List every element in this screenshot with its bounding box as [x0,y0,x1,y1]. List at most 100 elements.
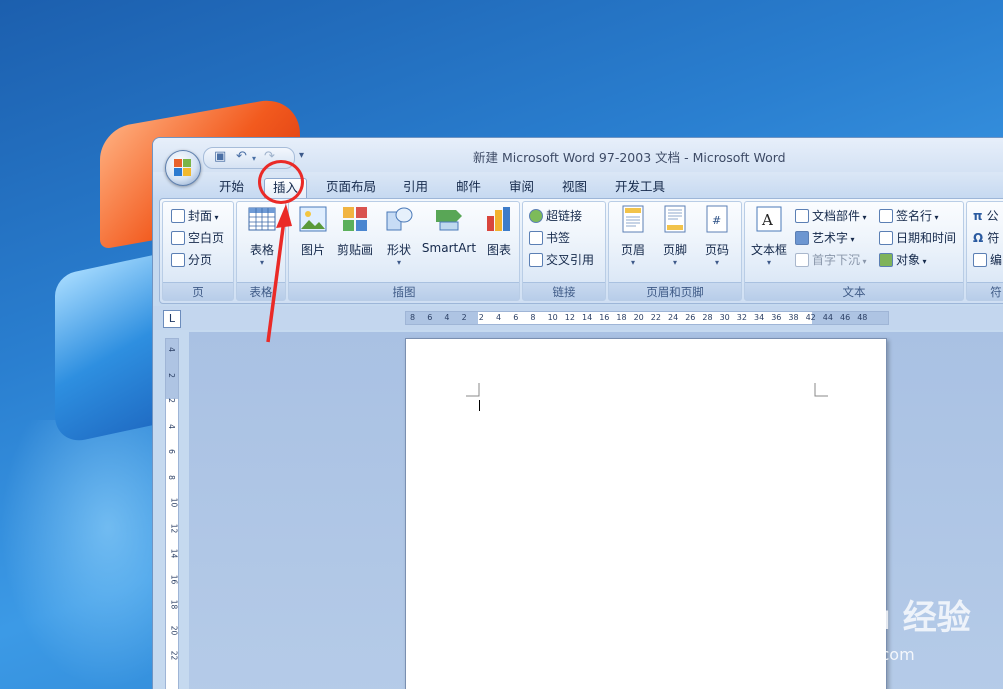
hyperlink-icon [529,209,543,223]
undo-dropdown-icon[interactable]: ▾ [252,154,256,163]
ruler-tick: 28 [702,313,713,322]
tab-page-layout[interactable]: 页面布局 [318,178,384,198]
ruler-tick: 20 [169,625,179,635]
shapes-button[interactable]: 形状 ▾ [381,204,417,267]
clip-art-button[interactable]: 剪贴画 [335,204,375,258]
picture-button[interactable]: 图片 [295,204,331,258]
cover-page-icon [171,209,185,223]
window-title: 新建 Microsoft Word 97-2003 文档 - Microsoft… [473,150,786,165]
ruler-tick: 42 [805,313,816,322]
svg-text:A: A [761,211,773,229]
page-number-button[interactable]: # 页码 ▾ [699,204,735,267]
numbering-icon [973,253,987,267]
ruler-tick: 24 [668,313,679,322]
footer-icon [664,205,686,233]
numbering-button[interactable]: 编 [973,250,1002,270]
ruler-tick: 6 [513,313,519,322]
object-button[interactable]: 对象 ▾ [879,250,927,270]
vertical-ruler[interactable]: 4 2 2 4 6 8 10 12 14 16 18 20 22 [165,338,179,689]
ruler-tick: 14 [169,548,179,559]
tab-review[interactable]: 审阅 [501,178,542,198]
bookmark-button[interactable]: 书签 [529,228,570,248]
page-break-icon [171,253,185,267]
symbol-button[interactable]: Ω 符 [973,228,999,248]
ruler-tick: 22 [169,650,179,661]
smartart-button[interactable]: SmartArt [421,204,477,255]
picture-icon [299,206,327,232]
quick-parts-icon [795,209,809,223]
tab-mailings[interactable]: 邮件 [448,178,489,198]
customize-qat-icon[interactable]: ▾ [299,150,304,161]
ruler-tick: 10 [169,497,179,508]
object-icon [879,253,893,267]
group-label-header-footer: 页眉和页脚 [609,282,741,300]
signature-line-button[interactable]: 签名行 ▾ [879,206,939,226]
ruler-tick: 4 [444,313,450,322]
ruler-tick: 30 [719,313,730,322]
office-logo-icon [174,159,192,177]
group-links: 超链接 书签 交叉引用 链接 [522,201,606,301]
group-header-footer: 页眉 ▾ 页脚 ▾ # 页码 ▾ 页眉和页脚 [608,201,742,301]
group-label-text: 文本 [745,282,963,300]
cross-reference-icon [529,253,543,267]
tab-developer[interactable]: 开发工具 [607,178,673,198]
ruler-tick: 8 [530,313,536,322]
cover-page-button[interactable]: 封面 ▾ [171,206,219,226]
signature-line-icon [879,209,893,223]
chart-icon [487,207,510,231]
text-box-button[interactable]: A 文本框 ▾ [749,204,789,267]
quick-parts-button[interactable]: 文档部件 ▾ [795,206,867,226]
ruler-tick: 12 [564,313,575,322]
top-right-margin-mark [814,383,828,397]
tab-references[interactable]: 引用 [395,178,436,198]
ruler-tick: 2 [461,313,467,322]
ruler-tick: 16 [599,313,610,322]
hyperlink-button[interactable]: 超链接 [529,206,582,226]
horizontal-ruler[interactable]: 8 6 4 2 2 4 6 8 10 12 14 16 18 20 22 24 26 28 30 32 34 36 38 42… [405,311,889,325]
annotation-arrow [266,204,292,343]
page-break-button[interactable]: 分页 [171,250,212,270]
ruler-tick: 32 [736,313,747,322]
pi-icon: π [973,209,987,223]
ruler-tick: 26 [685,313,696,322]
wordart-button[interactable]: 艺术字 ▾ [795,228,855,248]
text-box-icon: A [756,206,782,232]
calendar-icon [879,231,893,245]
ruler-tick: 4 [166,347,176,352]
omega-icon: Ω [973,231,988,245]
tab-view[interactable]: 视图 [554,178,595,198]
footer-button[interactable]: 页脚 ▾ [657,204,693,267]
chart-button[interactable]: 图表 [481,204,517,258]
ruler-tick: 20 [633,313,644,322]
cross-reference-button[interactable]: 交叉引用 [529,250,594,270]
drop-cap-button[interactable]: 首字下沉 ▾ [795,250,867,270]
wordart-icon [795,231,809,245]
equation-button[interactable]: π 公 [973,206,999,226]
ruler-tick: 4 [496,313,502,322]
tab-home[interactable]: 开始 [211,178,252,198]
group-symbols: π 公 Ω 符 编 符 [966,201,1003,301]
group-illustrations: 图片 剪贴画 形状 ▾ SmartArt 图表 插图 [288,201,520,301]
undo-icon[interactable]: ↶ [236,149,247,164]
bookmark-icon [529,231,543,245]
ruler-tick: 8 [166,474,176,480]
tab-selector[interactable]: L [163,310,181,328]
date-time-button[interactable]: 日期和时间 [879,228,956,248]
ruler-tick: 44 [822,313,833,322]
ruler-tick: 8 [410,313,416,322]
header-icon [622,205,644,233]
group-label-symbols: 符 [967,282,1003,300]
page-number-icon: # [706,205,728,233]
ruler-tick: 14 [582,313,593,322]
ruler-tick: 46 [840,313,851,322]
group-label-links: 链接 [523,282,605,300]
annotation-circle [258,160,304,204]
save-icon[interactable]: ▣ [214,149,226,164]
blank-page-button[interactable]: 空白页 [171,228,224,248]
group-label-pages: 页 [163,282,233,300]
header-button[interactable]: 页眉 ▾ [615,204,651,267]
ruler-tick: 48 [857,313,868,322]
office-button[interactable] [165,150,201,186]
smartart-icon [436,210,462,231]
ruler-tick: 6 [427,313,433,322]
